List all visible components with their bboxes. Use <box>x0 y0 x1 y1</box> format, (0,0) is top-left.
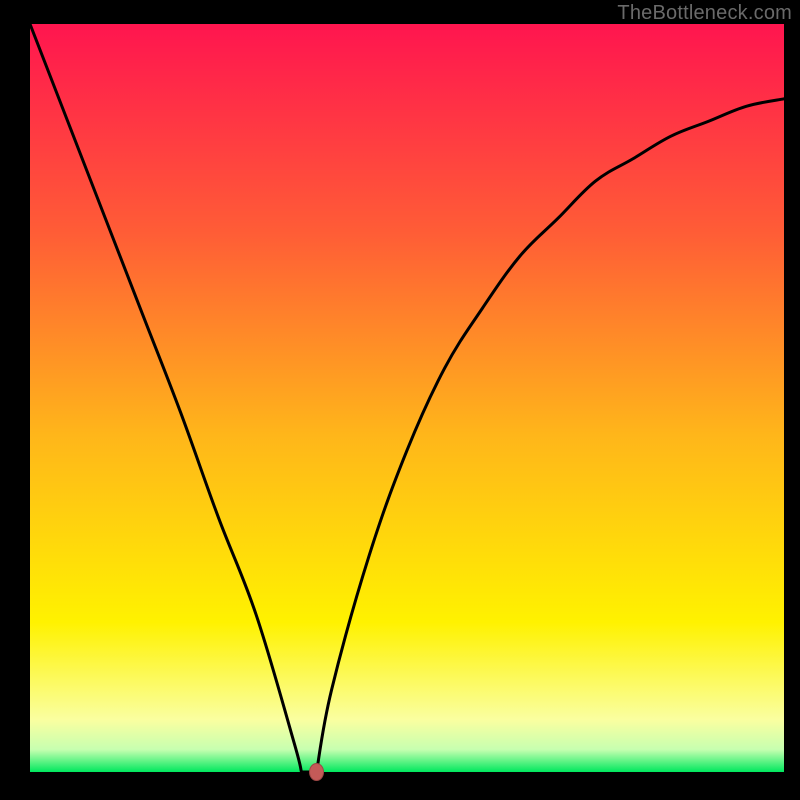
chart-frame: TheBottleneck.com <box>0 0 800 800</box>
optimal-point-marker <box>310 764 324 781</box>
bottleneck-chart <box>0 0 800 800</box>
watermark-text: TheBottleneck.com <box>617 2 792 25</box>
